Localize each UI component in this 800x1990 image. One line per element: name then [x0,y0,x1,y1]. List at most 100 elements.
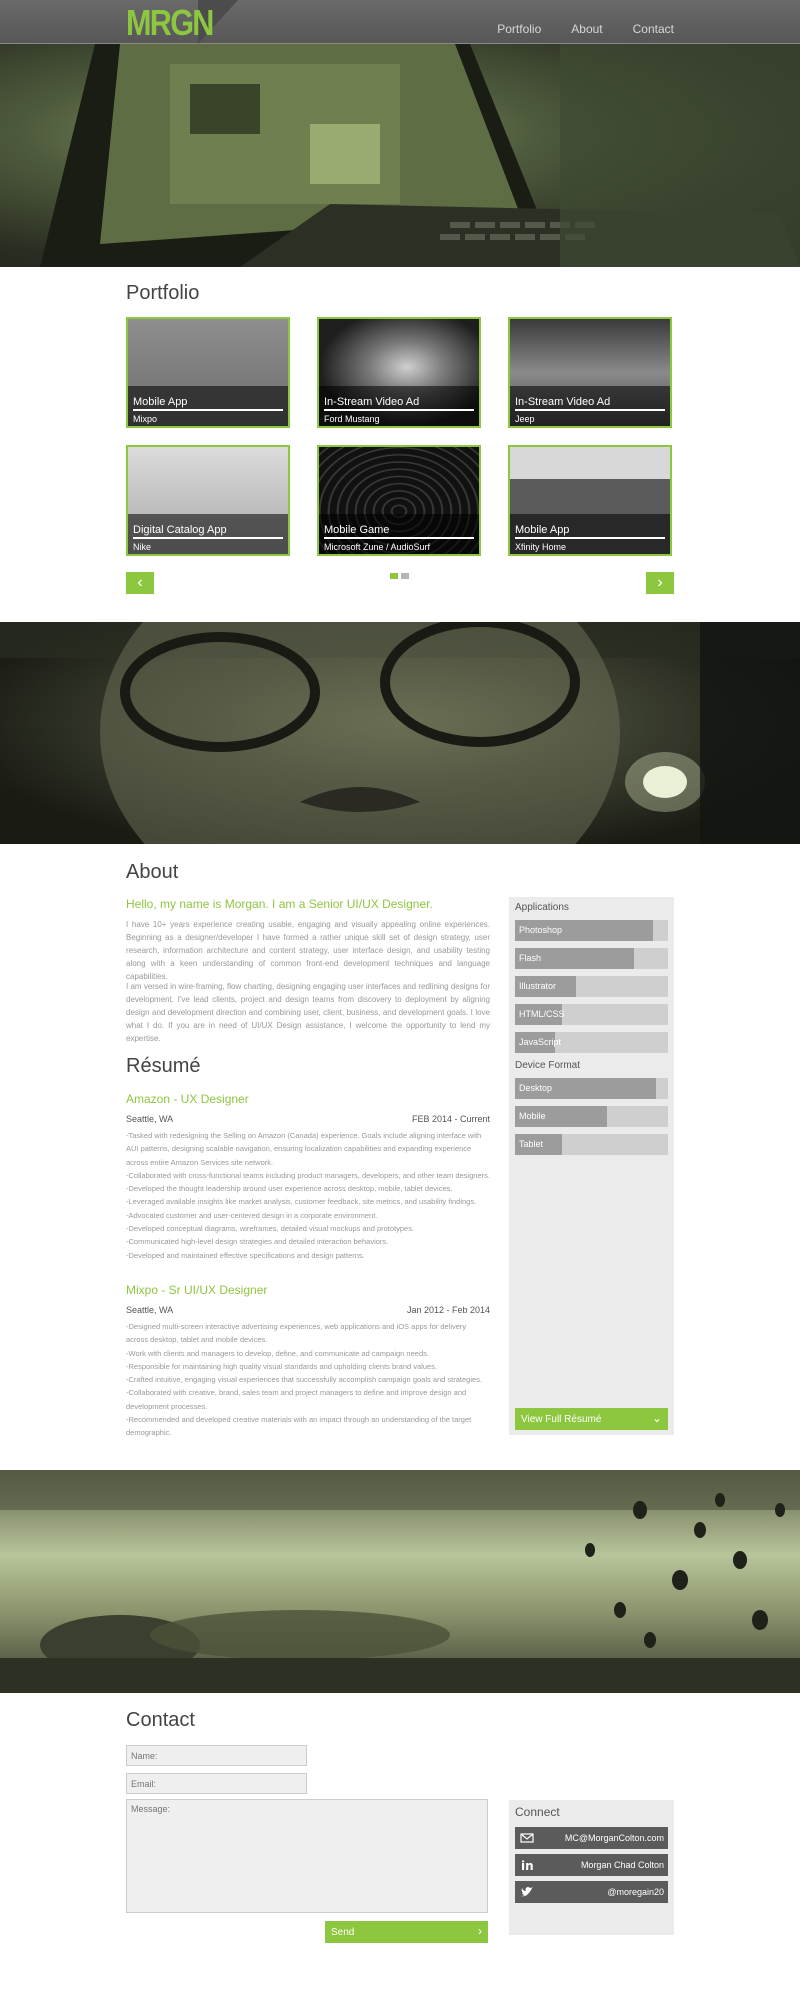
job-bullet: -Work with clients and managers to devel… [126,1348,429,1358]
skill-label: Photoshop [519,925,563,935]
skill-label: Illustrator [519,981,557,991]
connect-panel: Connect MC@MorganColton.com in Morgan Ch… [509,1800,674,1935]
site-logo[interactable]: MRGN [126,2,214,44]
send-button[interactable]: Send › [325,1921,488,1943]
job-bullets: -Tasked with redesigning the Selling on … [126,1129,490,1262]
laptop-illustration [40,44,800,267]
about-paragraph-2: I am versed in wire-framing, flow charti… [126,982,490,1043]
job-bullet: -Communicated high-level design strategi… [126,1237,389,1247]
caption-divider [515,409,665,411]
portfolio-title: Portfolio [126,282,200,304]
connect-linkedin-link[interactable]: in Morgan Chad Colton [515,1854,668,1876]
portfolio-item-ford[interactable]: In-Stream Video Ad Ford Mustang [317,317,481,428]
raindrops-illustration [0,1470,800,1693]
caption-divider [133,537,283,539]
skill-bar-illustrator: Illustrator [515,976,668,997]
nav-portfolio[interactable]: Portfolio [497,22,541,36]
contact-title: Contact [126,1709,195,1731]
job-bullet: -Crafted intuitive, engaging visual expe… [126,1375,483,1385]
chevron-right-icon: › [478,1924,482,1938]
message-field[interactable] [126,1799,488,1913]
portfolio-item-client: Xfinity Home [515,542,567,552]
portfolio-item-title: Mobile Game [324,524,390,536]
chevron-left-icon: ‹ [137,574,143,591]
skill-bar-photoshop: Photoshop [515,920,668,941]
view-full-resume-button[interactable]: View Full Résumé ⌄ [515,1408,668,1430]
skill-bar-desktop: Desktop [515,1078,668,1099]
connect-email-label: MC@MorganColton.com [564,1833,664,1843]
connect-twitter-label: @moregain20 [607,1887,664,1897]
caption-divider [324,409,474,411]
job-bullet: -Advocated customer and user-centered de… [126,1210,378,1220]
job-bullet: -Developed and maintained effective spec… [126,1250,365,1260]
job-date: Jan 2012 - Feb 2014 [406,1305,490,1315]
portfolio-item-client: Microsoft Zune / AudioSurf [324,542,431,552]
skills-panel: Applications Photoshop Flash Illustrator… [509,897,674,1435]
resume-title: Résumé [126,1055,201,1077]
about-headline: Hello, my name is Morgan. I am a Senior … [126,897,433,911]
skill-label: HTML/CSS [519,1009,565,1019]
job-bullet: -Leveraged available insights like marke… [126,1197,477,1207]
portfolio-item-mixpo[interactable]: Mobile App Mixpo [126,317,290,428]
skill-bar-mobile: Mobile [515,1106,668,1127]
nav-contact[interactable]: Contact [633,22,674,36]
portrait-illustration [0,622,800,844]
portfolio-item-client: Nike [133,542,152,552]
chevron-right-icon: › [657,574,663,591]
portfolio-prev-button[interactable]: ‹ [126,572,154,594]
portfolio-item-title: Mobile App [133,396,188,408]
applications-label: Applications [515,902,569,913]
pager-dot-active[interactable] [390,573,398,579]
skill-bar-html-css: HTML/CSS [515,1004,668,1025]
about-paragraph-1: I have 10+ years experience creating usa… [126,920,490,981]
skill-label: Desktop [519,1083,553,1093]
pager-dot[interactable] [401,573,409,579]
portfolio-item-client: Jeep [515,414,535,424]
portfolio-item-title: Mobile App [515,524,570,536]
job-title: Amazon - UX Designer [126,1092,249,1106]
device-format-label: Device Format [515,1060,581,1071]
chevron-down-icon: ⌄ [651,1411,662,1425]
main-nav: Portfolio About Contact [497,22,674,36]
connect-twitter-link[interactable]: @moregain20 [515,1881,668,1903]
site-header: MRGN Portfolio About Contact [0,0,800,44]
email-field[interactable] [126,1773,307,1794]
connect-email-link[interactable]: MC@MorganColton.com [515,1827,668,1849]
job-bullet: -Collaborated with cross-functional team… [126,1170,490,1180]
portfolio-item-client: Mixpo [133,414,158,424]
skill-label: JavaScript [519,1037,562,1047]
mail-icon [520,1833,534,1843]
skill-label: Mobile [519,1111,546,1121]
caption-divider [324,537,474,539]
caption-divider [515,537,665,539]
skill-label: Tablet [519,1139,544,1149]
skill-label: Flash [519,953,542,963]
hero-image-portrait [0,622,800,844]
portfolio-item-jeep[interactable]: In-Stream Video Ad Jeep [508,317,672,428]
name-field[interactable] [126,1745,307,1766]
job-date: FEB 2014 - Current [411,1114,490,1124]
portfolio-item-audiosurf[interactable]: Mobile Game Microsoft Zune / AudioSurf [317,445,481,556]
linkedin-icon: in [521,1859,534,1872]
nav-about[interactable]: About [571,22,602,36]
skill-bar-javascript: JavaScript [515,1032,668,1053]
portfolio-item-title: In-Stream Video Ad [324,396,420,408]
job-bullet: -Designed multi-screen interactive adver… [126,1322,467,1345]
portfolio-item-title: In-Stream Video Ad [515,396,611,408]
caption-divider [133,409,283,411]
job-bullet: -Recommended and developed creative mate… [126,1415,472,1438]
job-bullet: -Tasked with redesigning the Selling on … [126,1131,482,1167]
job-bullets: -Designed multi-screen interactive adver… [126,1320,490,1440]
portfolio-item-nike[interactable]: Digital Catalog App Nike [126,445,290,556]
portfolio-item-title: Digital Catalog App [133,524,227,536]
job-location: Seattle, WA [126,1114,174,1124]
job-bullet: -Developed conceptual diagrams, wirefram… [126,1224,415,1234]
job-title: Mixpo - Sr UI/UX Designer [126,1283,268,1297]
job-location: Seattle, WA [126,1305,174,1315]
portfolio-next-button[interactable]: › [646,572,674,594]
job-bullet: -Responsible for maintaining high qualit… [126,1361,438,1371]
svg-text:in: in [521,1859,534,1872]
portfolio-item-client: Ford Mustang [324,414,380,424]
portfolio-item-xfinity[interactable]: Mobile App Xfinity Home [508,445,672,556]
hero-image-raindrops [0,1470,800,1693]
